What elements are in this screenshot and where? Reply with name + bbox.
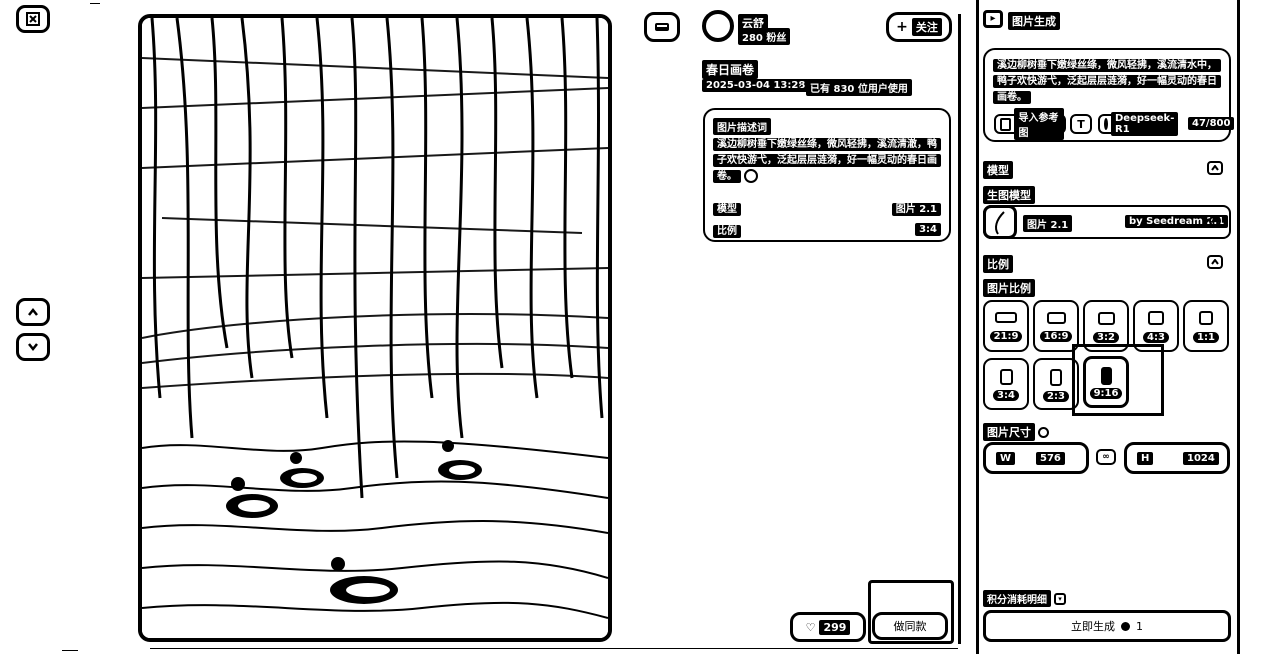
ratio-9-16-icon xyxy=(1100,366,1112,385)
size-label-row: 图片尺寸 xyxy=(983,423,1049,441)
model-thumb-icon xyxy=(995,211,1005,235)
ratio-option-3-4[interactable]: 3:4 xyxy=(983,358,1029,410)
panel-toggle-icon: ▸ xyxy=(990,13,996,24)
ratio-3-4-icon xyxy=(999,368,1013,385)
prompt-editor-text-wrap: 溪边柳树垂下嫩绿丝绦，微风轻拂，溪流清水中，鸭子欢快游弋，泛起层层涟漪，好一幅灵… xyxy=(993,58,1221,106)
bottom-divider xyxy=(150,648,958,649)
ratio-sub-label: 图片比例 xyxy=(983,279,1035,297)
generate-button[interactable]: 立即生成 1 xyxy=(983,610,1231,642)
ratio-option-label: 3:2 xyxy=(1093,331,1119,343)
size-label: 图片尺寸 xyxy=(983,423,1035,441)
cost-label: 积分消耗明细 xyxy=(983,590,1051,607)
model-section-toggle[interactable] xyxy=(1207,161,1223,175)
model-section-title: 模型 xyxy=(983,161,1013,179)
ratio-option-label: 3:4 xyxy=(993,390,1019,402)
like-count: 299 xyxy=(819,619,851,635)
width-value: 576 xyxy=(1036,452,1065,465)
ratio-option-21-9[interactable]: 21:9 xyxy=(983,300,1029,352)
ratio-option-label: 4:3 xyxy=(1143,331,1169,343)
ratio-option-label: 16:9 xyxy=(1039,331,1073,343)
model-name: 图片 2.1 xyxy=(1023,215,1073,232)
info-icon[interactable] xyxy=(1038,426,1049,438)
model-thumbnail xyxy=(983,205,1017,239)
ratio-2-3-icon xyxy=(1050,368,1062,386)
ratio-option-label: 2:3 xyxy=(1043,390,1069,402)
chevron-down-icon xyxy=(28,343,38,352)
make-same-button[interactable]: 做同款 xyxy=(872,612,948,640)
ratio-section-toggle[interactable] xyxy=(1207,255,1223,269)
ratio-section-title: 比例 xyxy=(983,255,1013,273)
llm-name: Deepseek-R1 xyxy=(1111,112,1179,136)
llm-selector[interactable]: Deepseek-R1 xyxy=(1098,112,1179,136)
heart-icon: ♡ xyxy=(805,620,816,634)
cost-details-toggle[interactable]: 积分消耗明细 ▾ xyxy=(983,590,1066,607)
height-input[interactable]: H 1024 xyxy=(1124,442,1230,474)
divider xyxy=(90,3,100,4)
willow-pond-image xyxy=(142,18,608,638)
collapse-panel-button[interactable]: ▸ xyxy=(983,10,1003,28)
height-value: 1024 xyxy=(1183,452,1219,465)
chevron-up-icon xyxy=(1211,259,1219,265)
next-image-button[interactable] xyxy=(16,333,50,361)
chevron-down-icon: ▾ xyxy=(1054,592,1066,605)
ratio-option-label: 1:1 xyxy=(1193,331,1219,343)
text-icon: T xyxy=(1077,117,1085,131)
ratio-4-3-icon xyxy=(1148,311,1164,326)
switch-model-icon xyxy=(1209,215,1221,227)
close-button[interactable] xyxy=(16,5,50,33)
panel-title: 图片生成 xyxy=(1008,12,1060,30)
generated-image[interactable] xyxy=(138,14,612,642)
image-upload-icon xyxy=(1000,117,1012,131)
ratio-option-label: 21:9 xyxy=(989,331,1023,342)
width-label: W xyxy=(996,452,1016,465)
height-label: H xyxy=(1137,452,1154,465)
ratio-option-label: 9:16 xyxy=(1089,388,1123,400)
prev-image-button[interactable] xyxy=(16,298,50,326)
ratio-3-2-icon xyxy=(1097,311,1115,325)
divider xyxy=(62,650,78,651)
ratio-option-1-1[interactable]: 1:1 xyxy=(1183,300,1229,352)
ratio-option-9-16[interactable]: 9:16 xyxy=(1083,356,1129,408)
chevron-up-icon xyxy=(28,307,38,316)
close-icon xyxy=(26,12,40,26)
lock-ratio-button[interactable]: ∞ xyxy=(1096,449,1116,465)
ratio-16-9-icon xyxy=(1046,311,1066,324)
generate-label: 立即生成 xyxy=(1071,620,1115,633)
import-ref-label: 导入参考图 xyxy=(1014,108,1064,140)
model-sub-label: 生图模型 xyxy=(983,186,1035,204)
model-selector[interactable]: 图片 2.1 by Seedream 2.1 xyxy=(983,205,1231,239)
generate-cost: 1 xyxy=(1136,619,1143,633)
text-format-button[interactable]: T xyxy=(1070,114,1092,134)
width-input[interactable]: W 576 xyxy=(983,442,1089,474)
char-count: 47/800 xyxy=(1188,117,1235,130)
prompt-editor-text: 溪边柳树垂下嫩绿丝绦，微风轻拂，溪流清水中，鸭子欢快游弋，泛起层层涟漪，好一幅灵… xyxy=(993,59,1221,104)
ratio-21-9-icon xyxy=(995,312,1017,323)
ratio-1-1-icon xyxy=(1199,311,1213,326)
chevron-up-icon xyxy=(1211,165,1219,171)
credit-icon xyxy=(1121,621,1130,631)
like-button[interactable]: ♡ 299 xyxy=(790,612,866,642)
model-chip-icon xyxy=(1104,118,1108,130)
import-reference-button[interactable]: 导入参考图 xyxy=(994,108,1066,140)
link-icon: ∞ xyxy=(1102,451,1110,462)
middle-panel-border xyxy=(630,14,961,644)
